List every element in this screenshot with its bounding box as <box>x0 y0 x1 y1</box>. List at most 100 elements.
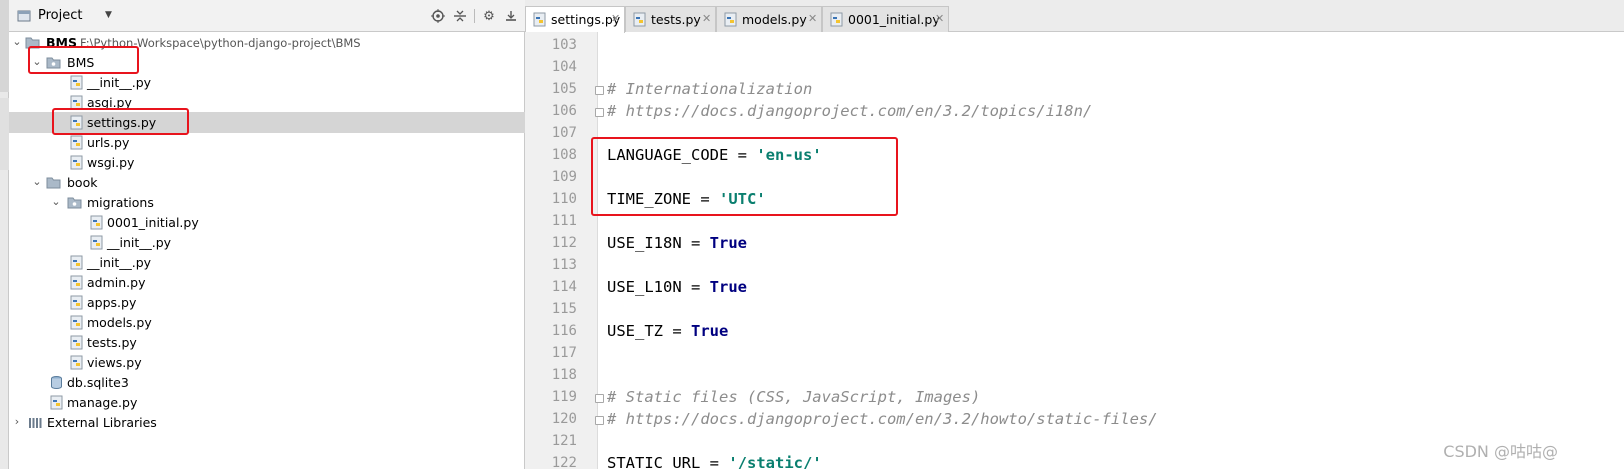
python-file-icon <box>50 395 63 410</box>
code-line[interactable]: USE_TZ = True <box>607 322 728 340</box>
python-file-icon <box>70 335 83 350</box>
tree-item-label: wsgi.py <box>87 155 135 170</box>
tree-item-file[interactable]: db.sqlite3 <box>9 372 525 393</box>
tree-item-label: 0001_initial.py <box>107 215 199 230</box>
code-identifier: STATIC_URL <box>607 454 701 469</box>
tab-settings-py[interactable]: settings.py ✕ <box>525 6 625 33</box>
line-number: 103 <box>551 37 577 53</box>
tree-item-label: db.sqlite3 <box>67 375 129 390</box>
tree-item-label: admin.py <box>87 275 146 290</box>
code-editor: settings.py ✕ tests.py ✕ models.py ✕ 000… <box>525 0 1624 469</box>
code-line[interactable]: # https://docs.djangoproject.com/en/3.2/… <box>607 102 1092 120</box>
project-view-icon <box>17 10 31 22</box>
fold-marker-icon[interactable] <box>595 108 604 117</box>
project-panel-header: Project ▼ ⚙ <box>9 0 525 32</box>
structure-tool-tab[interactable] <box>0 98 9 170</box>
project-view-selector[interactable]: Project <box>38 8 82 23</box>
line-number: 118 <box>551 367 577 383</box>
python-file-icon <box>70 75 83 90</box>
tab-label: 0001_initial.py <box>848 12 940 27</box>
libraries-icon <box>29 418 42 428</box>
code-comment: # https://docs.djangoproject.com/en/3.2/… <box>607 102 1093 120</box>
chevron-down-icon[interactable]: ▼ <box>105 10 112 20</box>
line-number: 112 <box>551 235 577 251</box>
code-operator: = <box>681 234 710 252</box>
line-number: 120 <box>551 411 577 427</box>
tree-item-file[interactable]: models.py <box>9 312 525 333</box>
python-file-icon <box>724 12 737 27</box>
line-number: 108 <box>551 147 577 163</box>
code-keyword: True <box>691 322 729 340</box>
code-comment: # https://docs.djangoproject.com/en/3.2/… <box>607 410 1158 428</box>
code-identifier: USE_I18N <box>607 234 682 252</box>
package-folder-icon <box>67 197 82 209</box>
chevron-down-icon[interactable]: ⌄ <box>50 195 62 209</box>
code-line[interactable]: STATIC_URL = '/static/' <box>607 454 822 469</box>
code-identifier: USE_TZ <box>607 322 663 340</box>
tab-0001-initial-py[interactable]: 0001_initial.py ✕ <box>822 6 949 32</box>
code-line[interactable]: # Internationalization <box>607 80 812 98</box>
gear-icon[interactable]: ⚙ <box>481 8 497 24</box>
tree-item-file[interactable]: 0001_initial.py <box>9 212 525 233</box>
hide-icon[interactable] <box>503 8 519 24</box>
python-file-icon <box>70 255 83 270</box>
chevron-down-icon[interactable]: ⌄ <box>11 35 23 49</box>
line-number: 109 <box>551 169 577 185</box>
tree-item-file[interactable]: __init__.py <box>9 232 525 253</box>
tree-item-external-libraries[interactable]: › External Libraries <box>9 412 525 433</box>
tab-tests-py[interactable]: tests.py ✕ <box>625 6 716 32</box>
tree-item-label: book <box>67 175 98 190</box>
python-file-icon <box>90 215 103 230</box>
close-icon[interactable]: ✕ <box>808 12 817 25</box>
tree-item-label: migrations <box>87 195 154 210</box>
line-number: 114 <box>551 279 577 295</box>
target-icon[interactable] <box>430 8 446 24</box>
code-line[interactable]: # https://docs.djangoproject.com/en/3.2/… <box>607 410 1158 428</box>
line-number: 117 <box>551 345 577 361</box>
tree-item-migrations-folder[interactable]: ⌄ migrations <box>9 192 525 213</box>
tree-item-book-folder[interactable]: ⌄ book <box>9 172 525 193</box>
code-operator: = <box>700 454 729 469</box>
tree-item-label: __init__.py <box>87 75 152 90</box>
python-file-icon <box>830 12 843 27</box>
tree-item-file[interactable]: admin.py <box>9 272 525 293</box>
python-file-icon <box>633 12 646 27</box>
python-file-icon <box>70 355 83 370</box>
fold-marker-icon[interactable] <box>595 86 604 95</box>
tree-item-file[interactable]: manage.py <box>9 392 525 413</box>
chevron-down-icon[interactable]: ⌄ <box>31 175 43 189</box>
project-panel: Project ▼ ⚙ ⌄ BMS F:\Python-Workspace\py… <box>9 0 525 469</box>
close-icon[interactable]: ✕ <box>702 12 711 25</box>
tree-item-file[interactable]: __init__.py <box>9 72 525 93</box>
tree-item-file[interactable]: __init__.py <box>9 252 525 273</box>
tree-item-file[interactable]: views.py <box>9 352 525 373</box>
split-icon[interactable] <box>452 8 468 24</box>
python-file-icon <box>70 135 83 150</box>
tree-item-label: __init__.py <box>87 255 152 270</box>
code-comment: # Static files (CSS, JavaScript, Images) <box>607 388 981 406</box>
project-toolbar: ⚙ <box>430 7 519 25</box>
tree-item-file[interactable]: apps.py <box>9 292 525 313</box>
editor-tab-bar: settings.py ✕ tests.py ✕ models.py ✕ 000… <box>525 0 1624 33</box>
code-keyword: True <box>709 278 747 296</box>
tab-models-py[interactable]: models.py ✕ <box>716 6 822 32</box>
tree-item-file[interactable]: urls.py <box>9 132 525 153</box>
code-line[interactable]: USE_L10N = True <box>607 278 747 296</box>
gutter-divider <box>597 32 598 469</box>
project-tool-tab[interactable] <box>0 0 9 92</box>
close-icon[interactable]: ✕ <box>935 12 944 25</box>
highlight-box-bms-folder <box>28 46 139 74</box>
fold-marker-icon[interactable] <box>595 394 604 403</box>
code-operator: = <box>663 322 691 340</box>
code-line[interactable]: USE_I18N = True <box>607 234 747 252</box>
line-number: 111 <box>551 213 577 229</box>
python-file-icon <box>70 275 83 290</box>
database-icon <box>51 376 62 390</box>
python-file-icon <box>533 12 546 27</box>
close-icon[interactable]: ✕ <box>611 12 620 25</box>
tree-item-file[interactable]: wsgi.py <box>9 152 525 173</box>
chevron-right-icon[interactable]: › <box>11 415 23 429</box>
code-line[interactable]: # Static files (CSS, JavaScript, Images) <box>607 388 980 406</box>
fold-marker-icon[interactable] <box>595 416 604 425</box>
tree-item-file[interactable]: tests.py <box>9 332 525 353</box>
